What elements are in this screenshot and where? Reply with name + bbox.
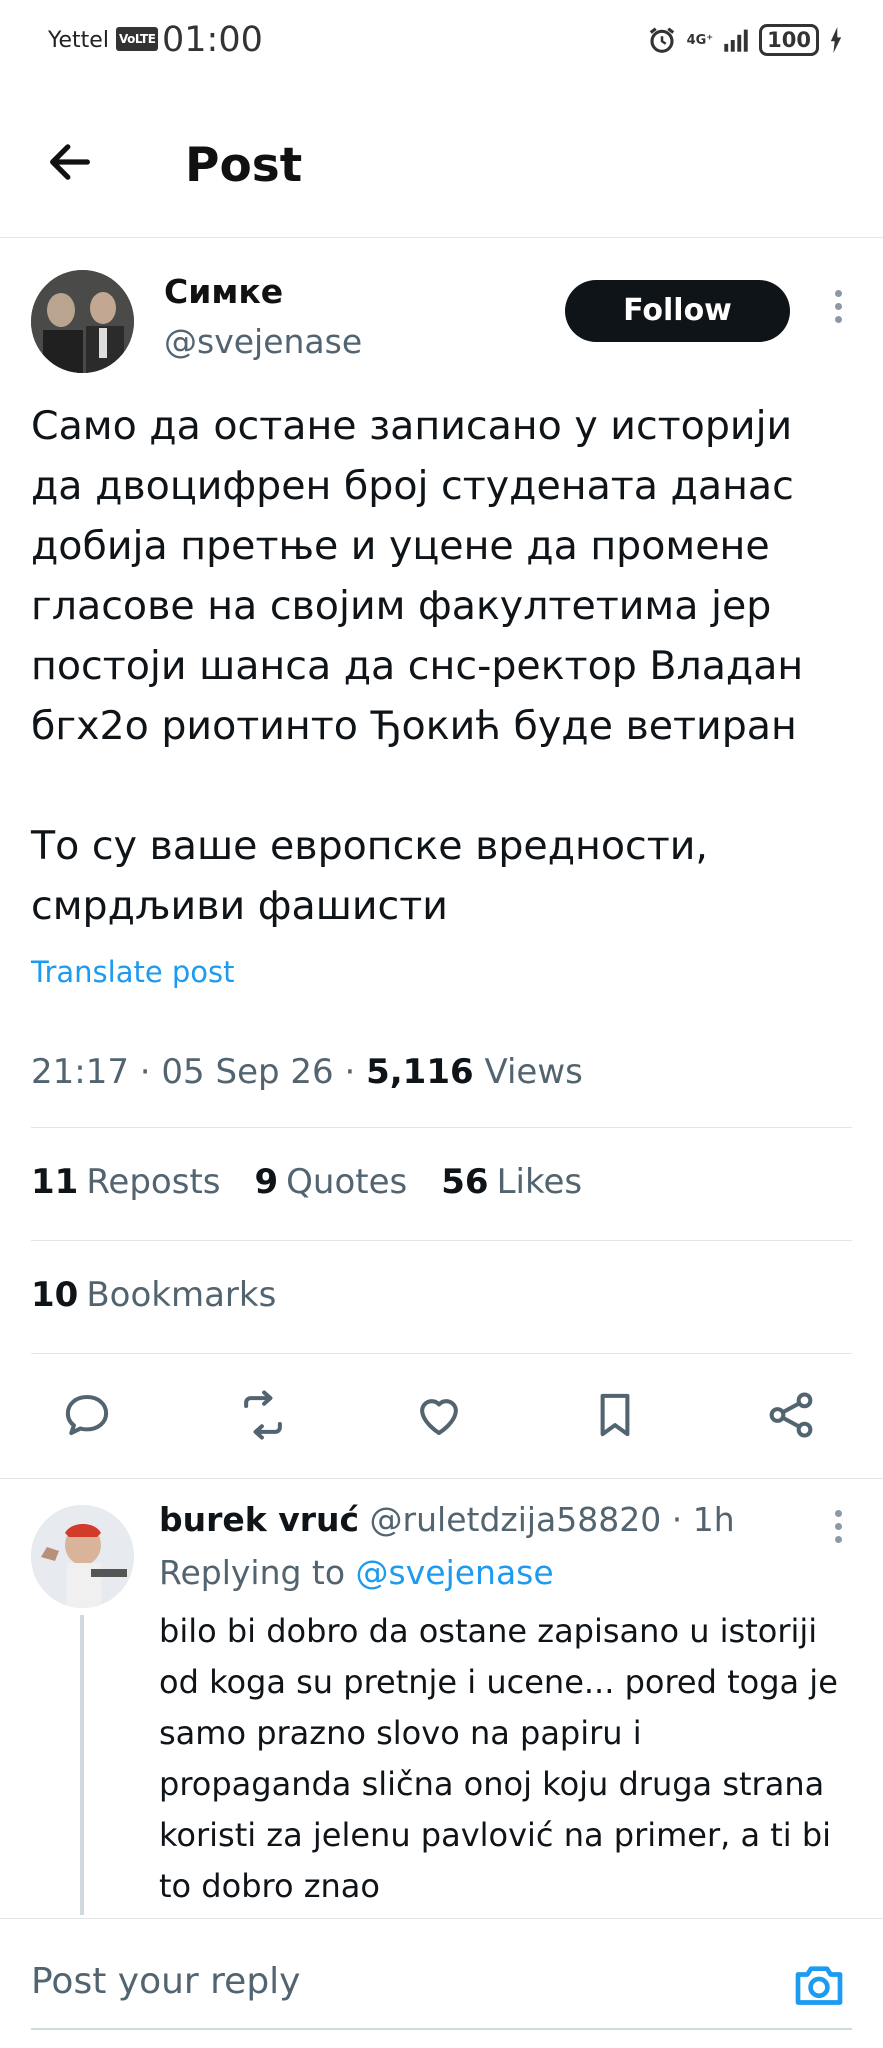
- bookmark-icon[interactable]: [588, 1388, 642, 1442]
- bookmarks-label: Bookmarks: [86, 1275, 277, 1315]
- reply-author-handle[interactable]: @ruletdzija58820: [370, 1500, 662, 1539]
- divider: [0, 1478, 883, 1479]
- battery-level: 100: [759, 24, 819, 56]
- meta-separator: ·: [139, 1052, 162, 1092]
- post-text: Само да остане записано у историји да дв…: [31, 403, 804, 929]
- engagement-stats: 11 Reposts 9 Quotes 56 Likes: [31, 1162, 582, 1202]
- divider: [31, 1127, 852, 1128]
- reply-header: burek vruć @ruletdzija58820 · 1h: [159, 1500, 735, 1539]
- author-handle[interactable]: @svejenase: [164, 322, 362, 361]
- quotes-label: Quotes: [286, 1162, 408, 1202]
- thread-line: [80, 1615, 84, 1915]
- network-type: 4G⁺: [686, 32, 714, 48]
- alarm-icon: [649, 27, 674, 53]
- quotes-stat[interactable]: 9 Quotes: [255, 1162, 408, 1202]
- status-icons: 4G⁺ 100: [647, 24, 843, 56]
- author-name[interactable]: Симке: [164, 272, 283, 311]
- reply-more-options-icon[interactable]: [833, 1510, 843, 1548]
- share-icon[interactable]: [764, 1388, 818, 1442]
- reposts-count: 11: [31, 1162, 79, 1202]
- page-title: Post: [185, 138, 303, 193]
- reply-avatar[interactable]: [31, 1505, 134, 1608]
- back-arrow-icon[interactable]: [44, 136, 96, 188]
- divider: [31, 1240, 852, 1241]
- reply-text: bilo bi dobro da ostane zapisano u istor…: [159, 1612, 838, 1905]
- carrier-name: Yettel: [48, 28, 109, 53]
- reply-time: 1h: [692, 1500, 735, 1539]
- bookmarks-stat[interactable]: 10 Bookmarks: [31, 1275, 276, 1315]
- replying-prefix: Replying to: [159, 1553, 346, 1592]
- replying-to: Replying to @svejenase: [159, 1553, 554, 1592]
- views-count: 5,116: [366, 1052, 474, 1092]
- more-options-icon[interactable]: [833, 290, 843, 328]
- reposts-label: Reposts: [86, 1162, 221, 1202]
- follow-button[interactable]: Follow: [565, 280, 790, 342]
- action-bar: [0, 1380, 883, 1450]
- meta-separator: ·: [344, 1052, 367, 1092]
- meta-separator: ·: [671, 1500, 693, 1539]
- quotes-count: 9: [254, 1162, 279, 1202]
- composer-underline: [31, 2028, 852, 2030]
- reposts-stat[interactable]: 11 Reposts: [31, 1162, 221, 1202]
- translate-post-link[interactable]: Translate post: [31, 955, 235, 989]
- reply-icon[interactable]: [60, 1388, 114, 1442]
- camera-icon[interactable]: [791, 1957, 847, 2013]
- likes-stat[interactable]: 56 Likes: [441, 1162, 582, 1202]
- status-clock: 01:00: [162, 20, 263, 60]
- replying-mention[interactable]: @svejenase: [356, 1553, 554, 1592]
- like-icon[interactable]: [412, 1388, 466, 1442]
- post-meta: 21:17 · 05 Sep 26 · 5,116 Views: [31, 1052, 583, 1092]
- status-bar: Yettel VoLTE 01:00 4G⁺ 100: [0, 0, 883, 86]
- repost-icon[interactable]: [236, 1388, 290, 1442]
- views-label[interactable]: Views: [484, 1052, 582, 1092]
- signal-icon: [724, 29, 748, 52]
- bookmarks-count: 10: [31, 1275, 79, 1315]
- reply-composer: Post your reply: [0, 1918, 883, 2048]
- post-date: 05 Sep 26: [161, 1052, 334, 1092]
- likes-label: Likes: [496, 1162, 583, 1202]
- charging-icon: [830, 27, 842, 53]
- likes-count: 56: [441, 1162, 489, 1202]
- author-avatar[interactable]: [31, 270, 134, 373]
- volte-badge: VoLTE: [116, 27, 159, 51]
- reply-author-name[interactable]: burek vruć: [159, 1500, 359, 1539]
- post-time: 21:17: [31, 1052, 129, 1092]
- reply-input[interactable]: Post your reply: [31, 1961, 300, 2002]
- divider: [31, 1353, 852, 1354]
- top-bar: Post: [0, 86, 883, 238]
